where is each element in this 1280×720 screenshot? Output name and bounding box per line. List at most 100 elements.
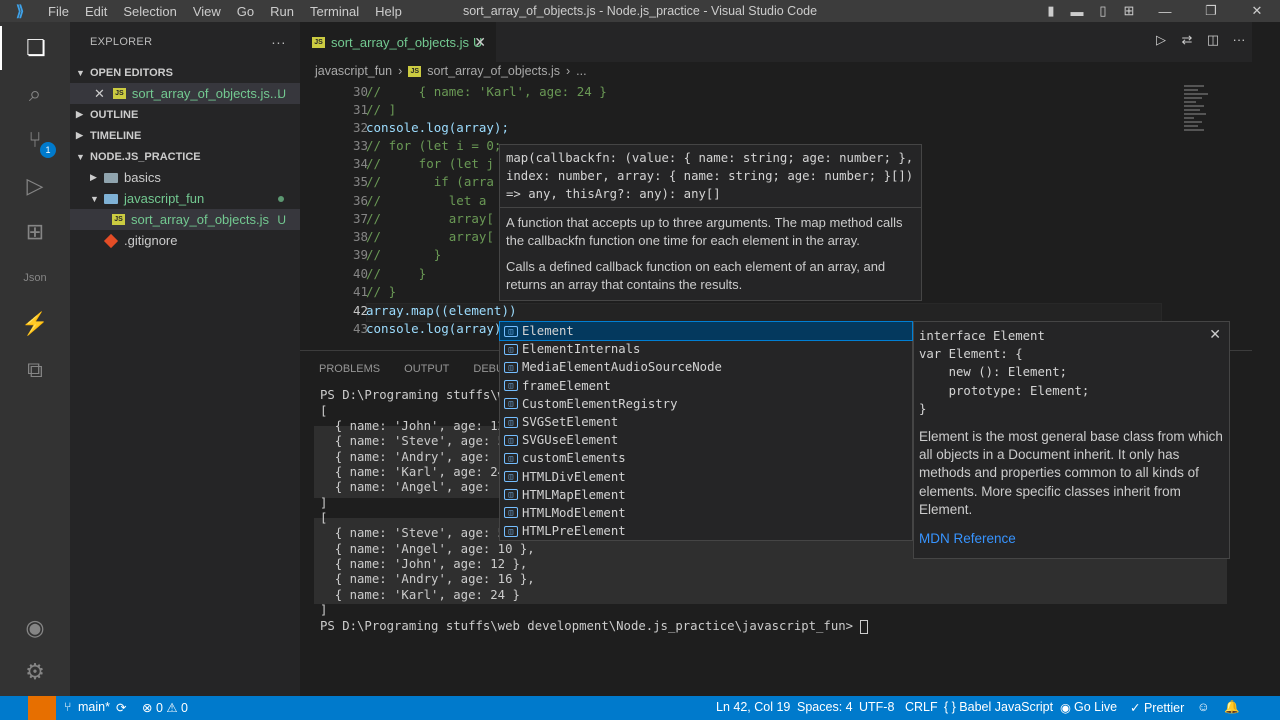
terminal-line: { name: 'Karl', age: 24 [320, 465, 506, 479]
restore-icon[interactable]: ❐ [1188, 3, 1234, 19]
timeline-section[interactable]: ▶ TIMELINE [70, 125, 300, 146]
close-tab-icon[interactable]: ✕ [474, 34, 486, 51]
menu-terminal[interactable]: Terminal [302, 4, 367, 19]
menu-edit[interactable]: Edit [77, 4, 115, 19]
source-control-icon[interactable]: ⑂ [0, 118, 70, 162]
indentation[interactable]: Spaces: 4 [797, 700, 853, 714]
chevron-right-icon: › [398, 64, 403, 78]
suggestion-item[interactable]: ◫ Element [499, 320, 913, 342]
git-branch[interactable]: main* [78, 700, 110, 714]
language-mode[interactable]: { } Babel JavaScript [944, 700, 1053, 714]
code-line: // let a [366, 193, 487, 208]
breadcrumb-symbol[interactable]: ... [576, 64, 586, 78]
chevron-right-icon: ▶ [76, 109, 83, 119]
toggle-secondary-sidebar-icon[interactable]: ▯ [1090, 3, 1116, 19]
suggestion-item[interactable]: ◫ frameElement [500, 377, 912, 395]
sync-icon[interactable]: ⟳ [116, 700, 126, 715]
run-debug-icon[interactable]: ▷ [0, 164, 70, 208]
file-sort-array-of-objects[interactable]: JS sort_array_of_objects.js U [70, 209, 300, 230]
menu-help[interactable]: Help [367, 4, 410, 19]
tab-output[interactable]: OUTPUT [404, 363, 449, 375]
more-actions-icon[interactable]: ··· [1226, 32, 1252, 48]
json-icon[interactable]: Json [0, 256, 70, 300]
remote-indicator-icon[interactable] [28, 696, 56, 720]
cursor-position[interactable]: Ln 42, Col 19 [716, 700, 790, 714]
customize-layout-icon[interactable]: ⊞ [1116, 3, 1142, 19]
end-of-line[interactable]: CRLF [905, 700, 938, 714]
suggestion-item[interactable]: ◫ SVGSetElement [500, 413, 912, 431]
interface-icon: ◫ [504, 343, 518, 355]
split-editor-icon[interactable]: ◫ [1200, 32, 1226, 48]
suggestion-item[interactable]: ◫ MediaElementAudioSourceNode [500, 358, 912, 376]
suggestion-item[interactable]: ◫ ElementInternals [500, 340, 912, 358]
suggestion-item[interactable]: ◫ HTMLPreElement [500, 522, 912, 540]
more-actions-icon[interactable]: ··· [271, 34, 286, 50]
suggestion-item[interactable]: ◫ HTMLDivElement [500, 468, 912, 486]
explorer-icon[interactable]: ❏ [0, 26, 70, 70]
close-editor-icon[interactable]: ✕ [94, 86, 105, 102]
menu-selection[interactable]: Selection [115, 4, 184, 19]
open-editors-section[interactable]: ▼ OPEN EDITORS [70, 62, 300, 83]
lightning-icon[interactable]: ⚡ [0, 302, 70, 346]
feedback-icon[interactable]: ☺ [1197, 700, 1210, 714]
toggle-panel-icon[interactable]: ▬ [1064, 4, 1090, 19]
menu-view[interactable]: View [185, 4, 229, 19]
tab-label: sort_array_of_objects.js [331, 34, 470, 50]
account-icon[interactable]: ◉ [0, 606, 70, 650]
breadcrumb-file[interactable]: sort_array_of_objects.js [427, 64, 560, 78]
interface-icon: ◫ [504, 398, 518, 410]
close-icon[interactable]: ✕ [1209, 326, 1221, 343]
terminal-prompt[interactable]: PS D:\Programing stuffs\web development\… [320, 619, 869, 634]
open-editor-item[interactable]: ✕ JS sort_array_of_objects.js... U [70, 83, 300, 104]
editor-tabs: JS sort_array_of_objects.js U ✕ ▷ ⇄ ◫ ··… [300, 22, 1252, 62]
suggestion-item[interactable]: ◫ CustomElementRegistry [500, 395, 912, 413]
extensions-icon[interactable]: ⊞ [0, 210, 70, 254]
variable-icon: ◫ [504, 452, 518, 464]
encoding[interactable]: UTF-8 [859, 700, 894, 714]
folder-basics[interactable]: ▶ basics [70, 167, 300, 188]
code-line: // for (let i = 0; [366, 138, 502, 153]
minimap[interactable] [1172, 83, 1252, 346]
compare-icon[interactable]: ⇄ [1174, 32, 1200, 48]
menu-run[interactable]: Run [262, 4, 302, 19]
search-icon[interactable]: ⌕ [0, 72, 70, 116]
problems-indicator[interactable]: ⊗ 0 ⚠ 0 [142, 700, 188, 715]
notifications-bell-icon[interactable]: 🔔 [1224, 700, 1240, 715]
terminal-line: { name: 'John', age: 12 }, [320, 557, 528, 571]
minimize-icon[interactable]: — [1142, 4, 1188, 19]
code-line: // } [366, 284, 397, 299]
suggestion-item[interactable]: ◫ HTMLModElement [500, 504, 912, 522]
code-line: // if (arra [366, 174, 494, 189]
mdn-reference-link[interactable]: MDN Reference [914, 519, 1229, 546]
file-gitignore[interactable]: .gitignore [70, 230, 300, 251]
suggestion-item[interactable]: ◫ customElements [500, 449, 912, 467]
chevron-right-icon: ▶ [76, 130, 83, 140]
breadcrumb-folder[interactable]: javascript_fun [315, 64, 392, 78]
tab-problems[interactable]: PROBLEMS [319, 363, 380, 375]
activity-bar: ❏ ⌕ ⑂ 1 ▷ ⊞ Json ⚡ ⧉ ◉ ⚙ [0, 22, 70, 696]
explorer-sidebar: EXPLORER ··· ▼ OPEN EDITORS ✕ JS sort_arr… [70, 22, 300, 696]
suggestion-item[interactable]: ◫ HTMLMapElement [500, 486, 912, 504]
close-window-icon[interactable]: ✕ [1234, 3, 1280, 19]
terminal-line: { name: 'Andry', age: 16 [320, 450, 513, 464]
chevron-right-icon: › [566, 64, 571, 78]
interface-icon: ◫ [504, 507, 518, 519]
folder-javascript-fun[interactable]: ▼ javascript_fun [70, 188, 300, 209]
terminal-line: { name: 'Karl', age: 24 } [320, 588, 520, 602]
interface-icon: ◫ [504, 525, 518, 537]
project-section[interactable]: ▼ NODE.JS_PRACTICE [70, 146, 300, 167]
interface-icon: ◫ [504, 434, 518, 446]
suggestion-item[interactable]: ◫ SVGUseElement [500, 431, 912, 449]
outline-section[interactable]: ▶ OUTLINE [70, 104, 300, 125]
menu-file[interactable]: File [40, 4, 77, 19]
settings-gear-icon[interactable]: ⚙ [0, 650, 70, 694]
terminal-line: { name: 'Steve', age: 5 [320, 434, 506, 448]
menu-go[interactable]: Go [229, 4, 262, 19]
go-live-button[interactable]: Go Live [1074, 700, 1117, 714]
prettier-status[interactable]: ✓ Prettier [1130, 700, 1184, 715]
run-icon[interactable]: ▷ [1148, 32, 1174, 48]
remote-explorer-icon[interactable]: ⧉ [0, 348, 70, 392]
terminal-line: { name: 'John', age: 12 [320, 419, 506, 433]
toggle-sidebar-icon[interactable]: ▮ [1038, 3, 1064, 19]
tab-sort-array-of-objects[interactable]: JS sort_array_of_objects.js U ✕ [300, 22, 496, 62]
